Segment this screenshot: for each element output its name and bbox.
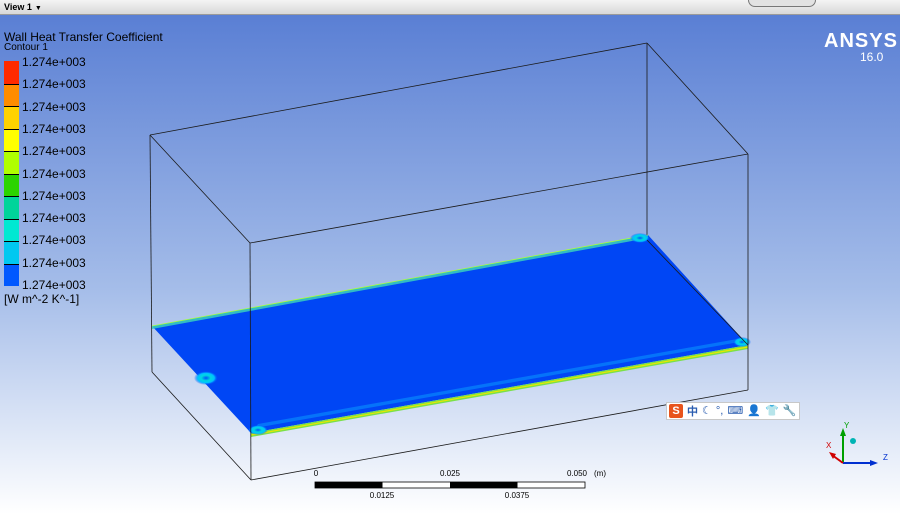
legend-color-segment: [4, 263, 19, 286]
legend-units: [W m^-2 K^-1]: [4, 292, 80, 306]
legend-color-segment: [4, 173, 19, 196]
moon-icon[interactable]: ☾: [702, 404, 712, 418]
sogou-logo-icon[interactable]: S: [669, 404, 683, 418]
legend-value: 1.274e+003: [22, 255, 86, 270]
legend-value: 1.274e+003: [22, 188, 86, 203]
legend-value: 1.274e+003: [22, 99, 86, 114]
legend-value: 1.274e+003: [22, 211, 86, 226]
ime-mode-toggle[interactable]: 中: [687, 403, 698, 419]
legend-value: 1.274e+003: [22, 144, 86, 159]
axis-label-x: X: [826, 441, 832, 450]
legend-color-segment: [4, 128, 19, 151]
scale-label-0: 0: [314, 469, 319, 478]
legend-value: 1.274e+003: [22, 121, 86, 136]
model-view[interactable]: 0 0.025 0.050 (m) 0.0125 0.0375 X Y Z: [0, 0, 900, 514]
scale-bar: 0 0.025 0.050 (m) 0.0125 0.0375: [314, 469, 607, 500]
legend-value: 1.274e+003: [22, 278, 86, 292]
axis-label-y: Y: [844, 421, 850, 430]
scale-label-0125: 0.0125: [370, 491, 395, 500]
ansys-version: 16.0: [860, 50, 884, 64]
legend-color-bar: [4, 61, 19, 286]
user-icon[interactable]: 👤: [747, 404, 761, 418]
scale-label-050: 0.050: [567, 469, 588, 478]
legend-color-segment: [4, 241, 19, 264]
keyboard-icon[interactable]: ⌨: [727, 404, 743, 418]
legend-contour-name: Contour 1: [4, 42, 48, 53]
legend-color-segment: [4, 196, 19, 219]
scale-label-0375: 0.0375: [505, 491, 530, 500]
legend-value: 1.274e+003: [22, 77, 86, 92]
axis-triad: X Y Z: [826, 421, 888, 466]
axis-label-z: Z: [883, 453, 888, 462]
legend-color-segment: [4, 151, 19, 174]
legend-value: 1.274e+003: [22, 55, 86, 69]
scale-label-025: 0.025: [440, 469, 461, 478]
legend-color-segment: [4, 218, 19, 241]
wrench-icon[interactable]: 🔧: [783, 404, 797, 418]
legend-color-segment: [4, 106, 19, 129]
ime-toolbar[interactable]: S 中 ☾ °, ⌨ 👤 👕 🔧: [666, 402, 800, 420]
scale-unit: (m): [594, 469, 606, 478]
legend-color-segment: [4, 61, 19, 84]
legend-value: 1.274e+003: [22, 233, 86, 248]
shirt-icon[interactable]: 👕: [765, 404, 779, 418]
legend-value: 1.274e+003: [22, 166, 86, 181]
legend-color-segment: [4, 83, 19, 106]
punctuation-icon[interactable]: °,: [716, 404, 723, 418]
heated-plate: [151, 233, 751, 437]
